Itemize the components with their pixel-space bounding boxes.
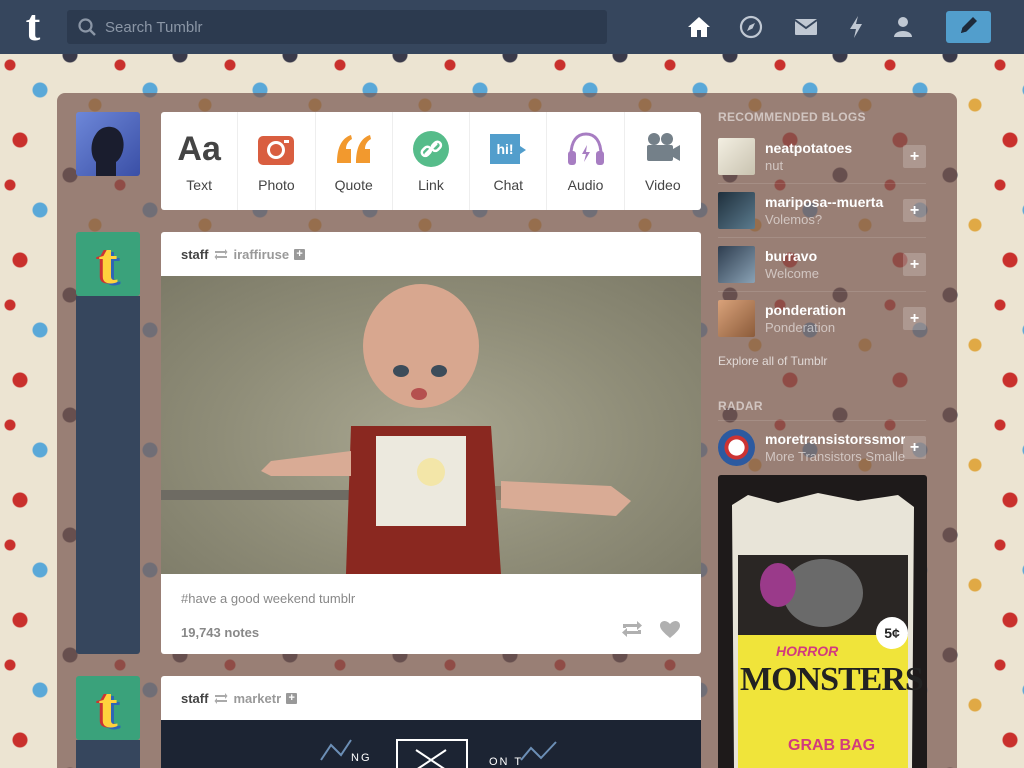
post-type-label: Chat	[493, 177, 524, 193]
reblog-arrow-icon	[214, 248, 228, 260]
sticky-avatar-column	[76, 296, 140, 654]
text-icon: Aa	[177, 129, 221, 168]
post-photo[interactable]	[161, 276, 701, 574]
follow-plus-icon[interactable]: +	[903, 253, 926, 276]
reblog-icon[interactable]	[621, 620, 643, 644]
follow-plus-icon[interactable]: +	[903, 145, 926, 168]
video-camera-icon	[643, 129, 683, 169]
staff-avatar-2[interactable]: t	[76, 676, 140, 740]
post-author-link[interactable]: staff	[181, 247, 208, 262]
post-type-label: Quote	[334, 177, 373, 193]
post-type-link[interactable]: Link	[393, 112, 471, 210]
camera-icon	[256, 129, 296, 169]
search-icon	[78, 18, 96, 41]
inbox-icon[interactable]	[793, 14, 819, 40]
explore-icon[interactable]	[738, 14, 764, 40]
headphones-icon	[566, 129, 606, 169]
blog-avatar[interactable]	[718, 429, 755, 466]
blog-description: nut	[765, 158, 784, 173]
recommended-blogs-title: RECOMMENDED BLOGS	[718, 110, 866, 124]
follow-plus-icon[interactable]: +	[903, 307, 926, 330]
radar-post-image[interactable]: 5¢ HORROR MONSTERS GRAB BAG	[718, 475, 927, 768]
banner-text-left: NG	[351, 752, 372, 764]
post-footer: 19,743 notes	[161, 612, 701, 652]
activity-icon[interactable]	[843, 14, 869, 40]
post-type-label: Video	[645, 177, 681, 193]
blog-description: Welcome	[765, 266, 819, 281]
note-count[interactable]: 19,743 notes	[181, 625, 259, 640]
post-header: staff marketr +	[161, 676, 701, 720]
home-icon[interactable]	[686, 14, 712, 40]
blog-name[interactable]: mariposa--muerta	[765, 194, 905, 210]
reblog-source-link[interactable]: marketr	[233, 691, 281, 706]
recommended-blog-item[interactable]: neatpotatoes nut +	[718, 130, 926, 184]
svg-text:hi!: hi!	[497, 141, 514, 157]
account-icon[interactable]	[890, 14, 916, 40]
search-input[interactable]	[105, 10, 595, 44]
blog-avatar[interactable]	[718, 246, 755, 283]
compose-button[interactable]	[946, 11, 991, 43]
blog-description: More Transistors Smaller	[765, 449, 905, 464]
top-nav-bar: t	[0, 0, 1024, 54]
post-type-label: Text	[186, 177, 212, 193]
follow-plus-icon[interactable]: +	[903, 436, 926, 459]
pencil-icon	[958, 14, 980, 41]
post-header: staff iraffiruse +	[161, 232, 701, 276]
follow-plus-icon[interactable]: +	[903, 199, 926, 222]
post-author-link[interactable]: staff	[181, 691, 208, 706]
post-type-label: Audio	[567, 177, 604, 193]
reblog-source-link[interactable]: iraffiruse	[233, 247, 289, 262]
post-tags[interactable]: #have a good weekend tumblr	[161, 574, 701, 612]
dashboard-post-2: staff marketr + NG ON T	[161, 676, 701, 768]
bag-text-monsters: MONSTERS	[740, 661, 924, 698]
blog-avatar[interactable]	[718, 138, 755, 175]
blog-avatar[interactable]	[718, 300, 755, 337]
post-type-audio[interactable]: Audio	[547, 112, 625, 210]
recommended-blog-item[interactable]: burravo Welcome +	[718, 238, 926, 292]
search-box[interactable]	[67, 10, 607, 44]
banner-graphic	[320, 739, 557, 768]
dashboard-post: staff iraffiruse + #have a good weekend …	[161, 232, 701, 654]
post-type-label: Link	[418, 177, 444, 193]
my-avatar[interactable]	[76, 112, 140, 176]
post-banner-image[interactable]: NG ON T	[161, 720, 701, 768]
radar-title: RADAR	[718, 399, 763, 413]
post-type-photo[interactable]: Photo	[238, 112, 316, 210]
tumblr-logo[interactable]: t	[17, 4, 49, 48]
quote-icon	[334, 129, 374, 169]
post-type-chat[interactable]: hi! Chat	[470, 112, 548, 210]
doll-image	[161, 284, 631, 574]
recommended-blog-item[interactable]: ponderation Ponderation +	[718, 292, 926, 346]
recommended-blog-item[interactable]: mariposa--muerta Volemos? +	[718, 184, 926, 238]
post-type-video[interactable]: Video	[625, 112, 701, 210]
link-icon	[411, 129, 451, 169]
post-type-label: Photo	[258, 177, 295, 193]
blog-description: Volemos?	[765, 212, 823, 227]
blog-name[interactable]: moretransistorssmoref	[765, 431, 905, 447]
explore-all-link[interactable]: Explore all of Tumblr	[718, 354, 827, 368]
price-badge: 5¢	[876, 617, 908, 649]
blog-name[interactable]: neatpotatoes	[765, 140, 905, 156]
staff-avatar[interactable]: t	[76, 232, 140, 296]
follow-icon[interactable]: +	[286, 692, 298, 704]
banner-text-right: ON T	[489, 756, 524, 768]
blog-avatar[interactable]	[718, 192, 755, 229]
chat-icon: hi!	[488, 129, 528, 169]
blog-description: Ponderation	[765, 320, 836, 335]
blog-name[interactable]: burravo	[765, 248, 905, 264]
follow-icon[interactable]: +	[294, 248, 306, 260]
bag-text-grab-bag: GRAB BAG	[788, 737, 876, 754]
blog-name[interactable]: ponderation	[765, 302, 905, 318]
bag-text-horror: HORROR	[776, 643, 839, 659]
radar-blog-item[interactable]: moretransistorssmoref More Transistors S…	[718, 420, 926, 474]
like-heart-icon[interactable]	[659, 620, 681, 644]
post-type-bar: Aa Text Photo Quote Link hi! Chat Audio	[161, 112, 701, 210]
post-type-quote[interactable]: Quote	[316, 112, 393, 210]
reblog-arrow-icon	[214, 692, 228, 704]
sticky-avatar-column-2	[76, 740, 140, 768]
post-type-text[interactable]: Aa Text	[161, 112, 239, 210]
